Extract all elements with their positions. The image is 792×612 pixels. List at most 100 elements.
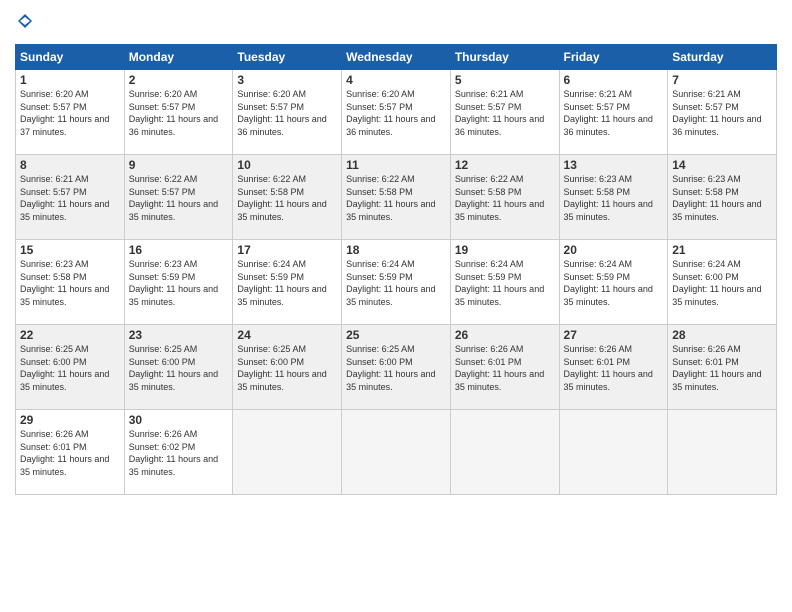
week-row: 22Sunrise: 6:25 AMSunset: 6:00 PMDayligh…: [16, 325, 777, 410]
day-number: 26: [455, 328, 555, 342]
day-number: 28: [672, 328, 772, 342]
day-info: Sunrise: 6:20 AMSunset: 5:57 PMDaylight:…: [20, 88, 120, 138]
week-row: 29Sunrise: 6:26 AMSunset: 6:01 PMDayligh…: [16, 410, 777, 495]
day-number: 1: [20, 73, 120, 87]
day-number: 17: [237, 243, 337, 257]
day-info: Sunrise: 6:22 AMSunset: 5:58 PMDaylight:…: [346, 173, 446, 223]
day-info: Sunrise: 6:25 AMSunset: 6:00 PMDaylight:…: [237, 343, 337, 393]
day-info: Sunrise: 6:24 AMSunset: 6:00 PMDaylight:…: [672, 258, 772, 308]
calendar-cell: 18Sunrise: 6:24 AMSunset: 5:59 PMDayligh…: [342, 240, 451, 325]
calendar: SundayMondayTuesdayWednesdayThursdayFrid…: [15, 44, 777, 495]
day-number: 8: [20, 158, 120, 172]
day-info: Sunrise: 6:21 AMSunset: 5:57 PMDaylight:…: [455, 88, 555, 138]
day-number: 10: [237, 158, 337, 172]
day-number: 15: [20, 243, 120, 257]
header-row: SundayMondayTuesdayWednesdayThursdayFrid…: [16, 45, 777, 70]
calendar-cell: 12Sunrise: 6:22 AMSunset: 5:58 PMDayligh…: [450, 155, 559, 240]
header-day: Thursday: [450, 45, 559, 70]
calendar-cell: [668, 410, 777, 495]
day-number: 23: [129, 328, 229, 342]
logo-text: [15, 10, 35, 36]
calendar-cell: 11Sunrise: 6:22 AMSunset: 5:58 PMDayligh…: [342, 155, 451, 240]
day-info: Sunrise: 6:24 AMSunset: 5:59 PMDaylight:…: [346, 258, 446, 308]
day-info: Sunrise: 6:22 AMSunset: 5:58 PMDaylight:…: [455, 173, 555, 223]
day-info: Sunrise: 6:23 AMSunset: 5:58 PMDaylight:…: [20, 258, 120, 308]
page: SundayMondayTuesdayWednesdayThursdayFrid…: [0, 0, 792, 612]
header-day: Tuesday: [233, 45, 342, 70]
calendar-cell: 7Sunrise: 6:21 AMSunset: 5:57 PMDaylight…: [668, 70, 777, 155]
day-info: Sunrise: 6:24 AMSunset: 5:59 PMDaylight:…: [237, 258, 337, 308]
day-info: Sunrise: 6:21 AMSunset: 5:57 PMDaylight:…: [564, 88, 664, 138]
day-number: 25: [346, 328, 446, 342]
header: [15, 10, 777, 36]
day-info: Sunrise: 6:23 AMSunset: 5:58 PMDaylight:…: [672, 173, 772, 223]
header-day: Monday: [124, 45, 233, 70]
day-number: 3: [237, 73, 337, 87]
day-number: 20: [564, 243, 664, 257]
day-info: Sunrise: 6:23 AMSunset: 5:58 PMDaylight:…: [564, 173, 664, 223]
calendar-cell: 1Sunrise: 6:20 AMSunset: 5:57 PMDaylight…: [16, 70, 125, 155]
calendar-cell: 2Sunrise: 6:20 AMSunset: 5:57 PMDaylight…: [124, 70, 233, 155]
day-number: 5: [455, 73, 555, 87]
day-number: 30: [129, 413, 229, 427]
calendar-cell: 20Sunrise: 6:24 AMSunset: 5:59 PMDayligh…: [559, 240, 668, 325]
calendar-cell: [450, 410, 559, 495]
day-number: 2: [129, 73, 229, 87]
calendar-cell: 4Sunrise: 6:20 AMSunset: 5:57 PMDaylight…: [342, 70, 451, 155]
day-info: Sunrise: 6:24 AMSunset: 5:59 PMDaylight:…: [564, 258, 664, 308]
day-info: Sunrise: 6:20 AMSunset: 5:57 PMDaylight:…: [129, 88, 229, 138]
calendar-cell: 13Sunrise: 6:23 AMSunset: 5:58 PMDayligh…: [559, 155, 668, 240]
calendar-cell: 27Sunrise: 6:26 AMSunset: 6:01 PMDayligh…: [559, 325, 668, 410]
calendar-cell: [559, 410, 668, 495]
day-number: 24: [237, 328, 337, 342]
calendar-cell: 15Sunrise: 6:23 AMSunset: 5:58 PMDayligh…: [16, 240, 125, 325]
calendar-cell: 16Sunrise: 6:23 AMSunset: 5:59 PMDayligh…: [124, 240, 233, 325]
day-number: 16: [129, 243, 229, 257]
calendar-cell: 8Sunrise: 6:21 AMSunset: 5:57 PMDaylight…: [16, 155, 125, 240]
day-info: Sunrise: 6:25 AMSunset: 6:00 PMDaylight:…: [20, 343, 120, 393]
day-number: 9: [129, 158, 229, 172]
calendar-cell: 17Sunrise: 6:24 AMSunset: 5:59 PMDayligh…: [233, 240, 342, 325]
calendar-cell: [233, 410, 342, 495]
day-info: Sunrise: 6:26 AMSunset: 6:01 PMDaylight:…: [564, 343, 664, 393]
day-info: Sunrise: 6:26 AMSunset: 6:01 PMDaylight:…: [455, 343, 555, 393]
day-number: 21: [672, 243, 772, 257]
day-info: Sunrise: 6:26 AMSunset: 6:01 PMDaylight:…: [20, 428, 120, 478]
day-number: 14: [672, 158, 772, 172]
calendar-cell: 23Sunrise: 6:25 AMSunset: 6:00 PMDayligh…: [124, 325, 233, 410]
calendar-cell: 19Sunrise: 6:24 AMSunset: 5:59 PMDayligh…: [450, 240, 559, 325]
day-number: 6: [564, 73, 664, 87]
calendar-cell: 30Sunrise: 6:26 AMSunset: 6:02 PMDayligh…: [124, 410, 233, 495]
day-info: Sunrise: 6:23 AMSunset: 5:59 PMDaylight:…: [129, 258, 229, 308]
calendar-cell: 25Sunrise: 6:25 AMSunset: 6:00 PMDayligh…: [342, 325, 451, 410]
day-number: 4: [346, 73, 446, 87]
calendar-cell: 21Sunrise: 6:24 AMSunset: 6:00 PMDayligh…: [668, 240, 777, 325]
day-number: 12: [455, 158, 555, 172]
calendar-cell: 29Sunrise: 6:26 AMSunset: 6:01 PMDayligh…: [16, 410, 125, 495]
day-info: Sunrise: 6:22 AMSunset: 5:57 PMDaylight:…: [129, 173, 229, 223]
calendar-cell: 10Sunrise: 6:22 AMSunset: 5:58 PMDayligh…: [233, 155, 342, 240]
day-number: 18: [346, 243, 446, 257]
day-info: Sunrise: 6:21 AMSunset: 5:57 PMDaylight:…: [20, 173, 120, 223]
day-info: Sunrise: 6:20 AMSunset: 5:57 PMDaylight:…: [237, 88, 337, 138]
calendar-cell: 22Sunrise: 6:25 AMSunset: 6:00 PMDayligh…: [16, 325, 125, 410]
day-info: Sunrise: 6:26 AMSunset: 6:02 PMDaylight:…: [129, 428, 229, 478]
day-info: Sunrise: 6:24 AMSunset: 5:59 PMDaylight:…: [455, 258, 555, 308]
logo: [15, 10, 35, 36]
calendar-cell: [342, 410, 451, 495]
day-info: Sunrise: 6:22 AMSunset: 5:58 PMDaylight:…: [237, 173, 337, 223]
day-info: Sunrise: 6:21 AMSunset: 5:57 PMDaylight:…: [672, 88, 772, 138]
day-info: Sunrise: 6:26 AMSunset: 6:01 PMDaylight:…: [672, 343, 772, 393]
day-info: Sunrise: 6:25 AMSunset: 6:00 PMDaylight:…: [129, 343, 229, 393]
day-number: 22: [20, 328, 120, 342]
week-row: 15Sunrise: 6:23 AMSunset: 5:58 PMDayligh…: [16, 240, 777, 325]
day-number: 27: [564, 328, 664, 342]
day-info: Sunrise: 6:20 AMSunset: 5:57 PMDaylight:…: [346, 88, 446, 138]
calendar-cell: 6Sunrise: 6:21 AMSunset: 5:57 PMDaylight…: [559, 70, 668, 155]
day-number: 19: [455, 243, 555, 257]
week-row: 8Sunrise: 6:21 AMSunset: 5:57 PMDaylight…: [16, 155, 777, 240]
calendar-cell: 24Sunrise: 6:25 AMSunset: 6:00 PMDayligh…: [233, 325, 342, 410]
week-row: 1Sunrise: 6:20 AMSunset: 5:57 PMDaylight…: [16, 70, 777, 155]
calendar-cell: 9Sunrise: 6:22 AMSunset: 5:57 PMDaylight…: [124, 155, 233, 240]
header-day: Friday: [559, 45, 668, 70]
